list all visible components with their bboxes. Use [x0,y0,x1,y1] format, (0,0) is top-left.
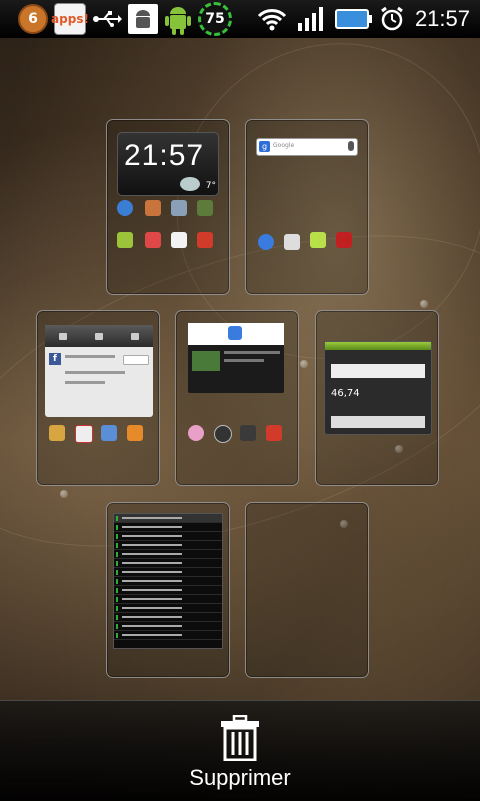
app-shortcut-icon [258,234,274,250]
home-screen-thumbnail-7[interactable] [245,502,369,678]
trash-icon [221,715,259,761]
app-shortcut-icon [127,425,143,441]
app-shortcut-icon [145,200,161,216]
list-item [114,613,222,622]
wifi-icon [257,9,287,31]
stock-value: 46,74 [331,388,360,399]
counter-icon: 6 [18,4,48,34]
app-shortcut-icon [171,232,187,248]
app-shortcut-icon [49,425,65,441]
media-widget [188,323,284,393]
home-screen-thumbnail-4[interactable] [175,310,299,486]
widget-header [325,342,431,350]
list-item [114,577,222,586]
app-shortcut-icon [145,232,161,248]
weather-icon [180,177,200,191]
widget-button [123,355,149,365]
wallpaper-drop [60,490,68,498]
battery-icon [334,9,372,29]
text-line [65,381,105,384]
search-placeholder: Google [273,142,295,149]
app-shortcut-icon [284,234,300,250]
thumbnail-image [192,351,220,371]
list-item [114,541,222,550]
app-shortcut-icon [336,232,352,248]
app-shortcut-icon [214,425,232,443]
facebook-icon: f [49,353,61,365]
list-item [114,523,222,532]
alarm-icon [381,6,403,31]
app-shortcut-icon [117,232,133,248]
text-line [331,416,425,428]
home-screen-thumbnail-1[interactable]: 21:57 7° [106,119,230,295]
clock-widget: 21:57 7° [117,132,219,196]
app-shortcut-icon [266,425,282,441]
app-shortcut-icon [240,425,256,441]
list-item [114,595,222,604]
list-item [114,514,222,523]
list-item [114,586,222,595]
android-debug-icon [128,4,158,34]
text-line [65,371,125,374]
list-item [114,559,222,568]
app-shortcut-icon [75,425,93,443]
list-item [114,568,222,577]
home-screen-thumbnail-5[interactable]: 46,74 [315,310,439,486]
widget-header [188,323,284,345]
home-screen-thumbnail-3[interactable]: f [36,310,160,486]
delete-label: Supprimer [189,765,291,790]
app-shortcut-icon [197,200,213,216]
status-bar[interactable]: 6 apps! 75 21:57 [0,0,480,38]
text-line [65,355,115,358]
signal-icon [297,7,323,31]
wallpaper-drop [300,360,308,368]
android-icon [165,7,191,35]
app-shortcut-icon [117,200,133,216]
home-screen-thumbnail-6[interactable] [106,502,230,678]
battery-ring-icon: 75 [198,2,232,36]
list-widget [113,513,223,649]
delete-button[interactable]: Supprimer [189,715,291,795]
bottom-bar: Supprimer [0,700,480,801]
list-item [114,622,222,631]
list-item [114,631,222,640]
apps-icon: apps! [51,3,89,35]
home-screen-thumbnail-2[interactable]: g Google [245,119,369,295]
text-line [331,364,425,378]
app-shortcut-icon [101,425,117,441]
widget-tabs [45,325,153,347]
mic-icon [348,141,354,151]
text-line [224,359,264,362]
usb-icon [93,11,122,27]
list-item [114,532,222,541]
app-shortcut-icon [197,232,213,248]
google-icon: g [259,141,270,152]
app-shortcut-icon [188,425,204,441]
google-search-widget: g Google [256,138,358,156]
widget-temperature: 7° [205,181,216,191]
finance-widget: 46,74 [324,341,432,435]
facebook-widget: f [45,325,153,417]
wallpaper-drop [420,300,428,308]
status-time: 21:57 [414,6,470,31]
text-line [224,351,280,354]
widget-time: 21:57 [124,139,205,172]
app-shortcut-icon [171,200,187,216]
app-shortcut-icon [310,232,326,248]
list-item [114,550,222,559]
list-item [114,604,222,613]
widget-logo-icon [228,326,242,340]
